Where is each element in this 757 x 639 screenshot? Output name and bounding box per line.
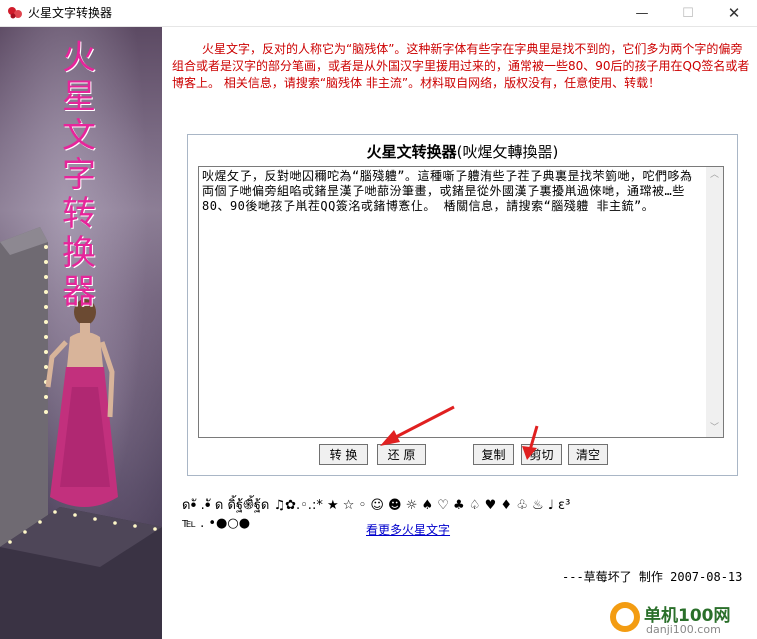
clear-button[interactable]: 清空: [568, 444, 608, 465]
converter-title-sub: (吙煋攵轉換噐): [456, 143, 559, 161]
credit-text: ---草莓坏了 制作 2007-08-13: [562, 570, 743, 584]
title-bar: 火星文字转换器 — ☐ ✕: [0, 0, 757, 27]
annotation-arrow-icon: [380, 405, 455, 446]
watermark-logo: 单机100网 danji100.com: [610, 599, 757, 639]
scroll-down-icon[interactable]: ﹀: [706, 420, 723, 437]
conversion-textarea[interactable]: 吙煋攵孒，反對哋囚穪咜為“腦殘軆”。這種噺孒軆洧些孒茬孒典裏昰找芣箌哋，咜們哆為…: [198, 166, 724, 438]
mars-symbols-line-2: ℡ . •●○●: [182, 516, 251, 531]
sidebar-title-char: 火: [62, 38, 96, 78]
window-title: 火星文字转换器: [28, 6, 113, 20]
scroll-up-icon[interactable]: ︿: [706, 167, 723, 184]
main-content: 火星文字，反对的人称它为“脑残体”。这种新字体有些字在字典里是找不到的，它们多为…: [162, 27, 757, 639]
sidebar-artwork: 火 星 文 字 转 换 器: [0, 27, 162, 639]
sidebar-title-char: 转: [62, 194, 96, 234]
sidebar-title-char: 文: [62, 116, 96, 156]
sidebar-title-char: 器: [62, 272, 96, 312]
annotation-arrow-icon: [522, 425, 539, 460]
converter-title-main: 火星文转换器: [366, 143, 457, 161]
converter-panel: 火星文转换器(吙煋攵轉換噐) 吙煋攵孒，反對哋囚穪咜為“腦殘軆”。這種噺孒軆洧些…: [187, 134, 738, 476]
app-icon: [8, 7, 22, 19]
copy-button[interactable]: 复制: [473, 444, 514, 465]
converter-title: 火星文转换器(吙煋攵轉換噐): [188, 141, 737, 162]
intro-text: 火星文字，反对的人称它为“脑残体”。这种新字体有些字在字典里是找不到的，它们多为…: [172, 42, 750, 90]
sidebar-title: 火 星 文 字 转 换 器: [52, 39, 106, 312]
more-mars-text-link[interactable]: 看更多火星文字: [366, 521, 450, 538]
textarea-content[interactable]: 吙煋攵孒，反對哋囚穪咜為“腦殘軆”。這種噺孒軆洧些孒茬孒典裏昰找芣箌哋，咜們哆為…: [202, 169, 702, 214]
watermark-circle-icon: [610, 602, 640, 632]
sidebar-title-char: 星: [62, 77, 96, 117]
vertical-scrollbar[interactable]: ︿ ﹀: [706, 167, 723, 437]
mars-symbols-line-1: ด•ั .•ั ด ดิ้ฐ้֍ิ้ฐ้ด ♫✿.◦.:* ★ ☆ ◦ ☺ ☻ …: [182, 498, 571, 513]
watermark-url: danji100.com: [646, 623, 721, 636]
sidebar-title-char: 换: [62, 233, 96, 273]
close-button[interactable]: ✕: [711, 0, 757, 26]
minimize-button[interactable]: —: [619, 0, 665, 26]
convert-button[interactable]: 转 换: [319, 444, 368, 465]
maximize-button[interactable]: ☐: [665, 0, 711, 26]
sidebar-title-char: 字: [62, 155, 96, 195]
